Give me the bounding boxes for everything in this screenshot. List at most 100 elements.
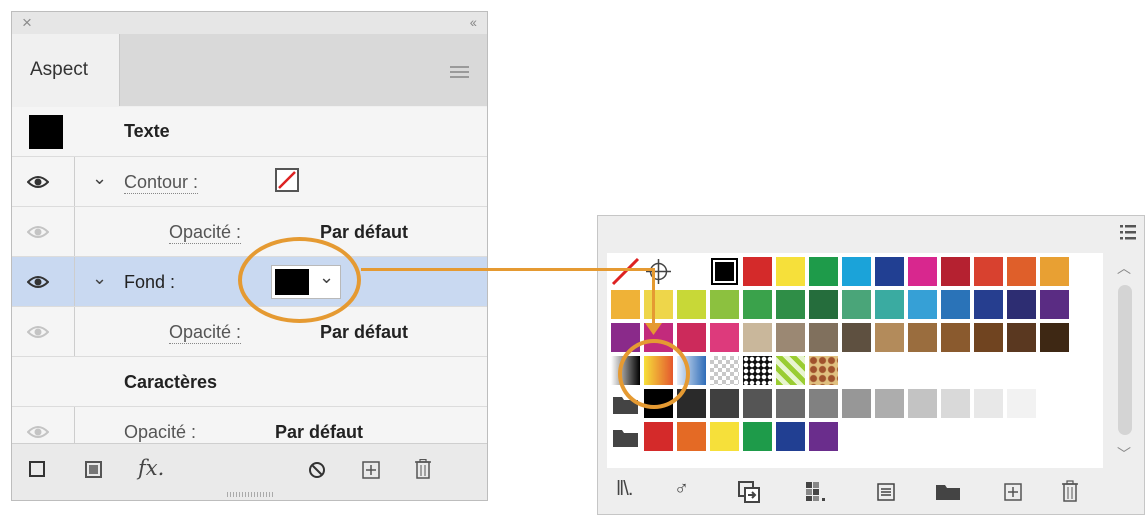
find-icon[interactable]: ♂ bbox=[674, 478, 689, 501]
swatch-cell[interactable] bbox=[908, 290, 937, 319]
swatch-cell[interactable] bbox=[710, 290, 739, 319]
swatch-cell[interactable] bbox=[1007, 323, 1036, 352]
options-icon[interactable] bbox=[877, 483, 895, 501]
swatch-cell[interactable] bbox=[710, 356, 739, 385]
swatch-cell[interactable] bbox=[743, 389, 772, 418]
swatch-cell[interactable] bbox=[644, 422, 673, 451]
swatch-cell[interactable] bbox=[842, 323, 871, 352]
swatch-cell[interactable] bbox=[974, 389, 1003, 418]
swatch-cell[interactable] bbox=[1007, 257, 1036, 286]
scroll-down-icon[interactable]: ﹀ bbox=[1117, 444, 1131, 464]
list-view-icon[interactable] bbox=[1120, 224, 1136, 242]
swatch-cell[interactable] bbox=[710, 389, 739, 418]
new-group-icon[interactable] bbox=[935, 483, 961, 501]
swatch-cell[interactable] bbox=[776, 389, 805, 418]
swatch-cell[interactable] bbox=[710, 323, 739, 352]
none-swatch-icon[interactable] bbox=[611, 257, 640, 286]
swatch-cell[interactable] bbox=[809, 356, 838, 385]
swatch-cell[interactable] bbox=[941, 290, 970, 319]
swatch-cell[interactable] bbox=[776, 290, 805, 319]
fx-icon[interactable]: fx. bbox=[138, 456, 164, 480]
swatch-cell[interactable] bbox=[974, 323, 1003, 352]
duplicate-item-icon[interactable] bbox=[362, 461, 380, 479]
contour-label[interactable]: Contour : bbox=[124, 172, 199, 194]
new-swatch-icon[interactable] bbox=[1004, 483, 1022, 501]
swatch-cell[interactable] bbox=[1040, 290, 1069, 319]
swatch-cell[interactable] bbox=[809, 257, 838, 286]
swatch-cell[interactable] bbox=[908, 323, 937, 352]
row-caracteres[interactable]: Caractères bbox=[12, 357, 487, 407]
place-icon[interactable] bbox=[738, 481, 760, 503]
scrollbar[interactable]: ︿ ﹀ bbox=[1112, 256, 1136, 466]
resize-grip[interactable] bbox=[227, 492, 273, 497]
swatch-cell[interactable] bbox=[677, 290, 706, 319]
close-icon[interactable]: × bbox=[22, 13, 32, 33]
swatch-cell[interactable] bbox=[875, 389, 904, 418]
row-contour-opacity[interactable]: Opacité : Par défaut bbox=[12, 207, 487, 257]
tab-aspect[interactable]: Aspect bbox=[12, 34, 120, 106]
add-stroke-icon[interactable] bbox=[29, 461, 45, 477]
opacity-label[interactable]: Opacité : bbox=[169, 222, 242, 244]
chevron-down-icon[interactable]: ⌄ bbox=[92, 268, 107, 289]
opacity-label[interactable]: Opacité : bbox=[124, 422, 197, 444]
scroll-thumb[interactable] bbox=[1118, 285, 1132, 435]
swatch-cell[interactable] bbox=[809, 323, 838, 352]
row-contour[interactable]: ⌄ Contour : bbox=[12, 157, 487, 207]
swatch-cell[interactable] bbox=[743, 323, 772, 352]
swatch-cell[interactable] bbox=[776, 257, 805, 286]
eye-icon[interactable] bbox=[27, 175, 49, 189]
swatch-cell[interactable] bbox=[809, 389, 838, 418]
swatch-cell[interactable] bbox=[743, 422, 772, 451]
add-fill-icon[interactable] bbox=[85, 461, 102, 478]
trash-icon[interactable] bbox=[1061, 480, 1079, 502]
chevron-down-icon[interactable]: ⌄ bbox=[92, 168, 107, 189]
swatch-cell[interactable] bbox=[908, 257, 937, 286]
swatch-cell[interactable] bbox=[974, 257, 1003, 286]
color-group-icon[interactable] bbox=[805, 481, 827, 503]
swatch-cell[interactable] bbox=[611, 290, 640, 319]
swatch-cell[interactable] bbox=[743, 290, 772, 319]
swatch-cell[interactable] bbox=[842, 290, 871, 319]
stroke-none-swatch[interactable] bbox=[275, 168, 299, 192]
swatch-cell[interactable] bbox=[941, 257, 970, 286]
swatch-cell[interactable] bbox=[710, 422, 739, 451]
swatch-cell[interactable] bbox=[974, 290, 1003, 319]
swatch-cell[interactable] bbox=[644, 290, 673, 319]
swatch-cell[interactable] bbox=[941, 323, 970, 352]
swatch-cell[interactable] bbox=[1007, 290, 1036, 319]
panel-menu-icon[interactable] bbox=[450, 66, 469, 78]
eye-icon[interactable] bbox=[27, 225, 49, 239]
swatch-cell[interactable] bbox=[677, 257, 706, 286]
collapse-icon[interactable]: ‹‹ bbox=[470, 14, 477, 30]
swatch-cell[interactable] bbox=[809, 290, 838, 319]
swatch-cell[interactable] bbox=[743, 356, 772, 385]
swatch-cell[interactable] bbox=[809, 422, 838, 451]
eye-icon[interactable] bbox=[27, 275, 49, 289]
eye-icon[interactable] bbox=[27, 425, 49, 439]
swatch-cell[interactable] bbox=[743, 257, 772, 286]
folder-swatch-icon[interactable] bbox=[611, 422, 640, 451]
swatch-cell[interactable] bbox=[908, 389, 937, 418]
opacity-label[interactable]: Opacité : bbox=[169, 322, 242, 344]
swatch-cell[interactable] bbox=[941, 389, 970, 418]
swatch-cell[interactable] bbox=[1040, 257, 1069, 286]
eye-icon[interactable] bbox=[27, 325, 49, 339]
swatch-cell[interactable] bbox=[776, 356, 805, 385]
trash-icon[interactable] bbox=[414, 459, 432, 479]
swatch-cell[interactable] bbox=[677, 323, 706, 352]
swatch-cell[interactable] bbox=[842, 257, 871, 286]
swatch-cell[interactable] bbox=[875, 290, 904, 319]
scroll-up-icon[interactable]: ︿ bbox=[1117, 258, 1131, 278]
swatch-cell[interactable] bbox=[875, 323, 904, 352]
swatch-cell[interactable] bbox=[1040, 323, 1069, 352]
registration-swatch-icon[interactable] bbox=[644, 257, 673, 286]
library-icon[interactable]: ǁ\. bbox=[616, 478, 633, 501]
swatch-cell[interactable] bbox=[710, 257, 739, 286]
swatch-cell[interactable] bbox=[677, 422, 706, 451]
swatch-cell[interactable] bbox=[842, 389, 871, 418]
clear-appearance-icon[interactable] bbox=[308, 461, 326, 479]
swatch-cell[interactable] bbox=[776, 422, 805, 451]
swatch-cell[interactable] bbox=[875, 257, 904, 286]
swatch-cell[interactable] bbox=[1007, 389, 1036, 418]
row-texte[interactable]: Texte bbox=[12, 107, 487, 157]
